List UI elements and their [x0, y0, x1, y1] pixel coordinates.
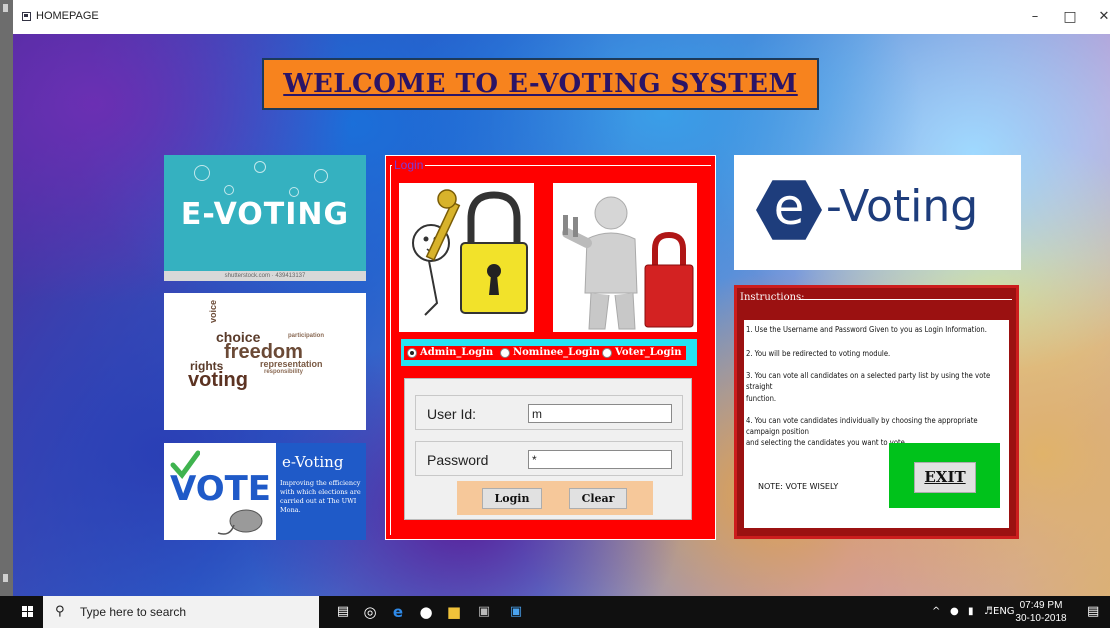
login-form: User Id: m Password * Login Clear: [404, 378, 692, 520]
edge-browser-icon[interactable]: e: [388, 602, 408, 622]
maximize-button[interactable]: □: [1060, 8, 1080, 26]
windows-taskbar: ⚲ Type here to search ▤ ◎ e ● ■ ▣ ▣ ^ ● …: [0, 596, 1110, 628]
radio-nominee-login-label: Nominee_Login: [513, 347, 600, 358]
volume-icon[interactable]: ♬: [984, 606, 993, 617]
password-row: Password *: [415, 441, 683, 476]
battery-icon[interactable]: ▮: [968, 606, 974, 617]
network-icon[interactable]: ●: [950, 606, 959, 617]
radio-admin-login[interactable]: Admin_Login: [404, 346, 498, 360]
evoting-banner-credit: shutterstock.com · 439413137: [164, 271, 366, 281]
instruction-line: 4. You can vote candidates individually …: [746, 416, 978, 436]
wordcloud-image: choice freedom representation rights vot…: [164, 293, 366, 430]
instruction-line: 1. Use the Username and Password Given t…: [746, 325, 987, 334]
search-icon: ⚲: [55, 604, 65, 619]
login-frame-line: [390, 165, 711, 166]
strip-marker: [3, 4, 8, 12]
wordcloud-word: participation: [288, 333, 325, 339]
clock-time: 07:49 PM: [1019, 600, 1063, 611]
close-button[interactable]: ✕: [1094, 8, 1110, 26]
cortana-icon[interactable]: ◎: [360, 602, 380, 622]
user-id-input[interactable]: m: [528, 404, 672, 423]
wordcloud-word: voice: [208, 299, 218, 323]
instructions-frame-line: [799, 299, 1012, 300]
instruction-line: 2. You will be redirected to voting modu…: [746, 349, 891, 358]
wordcloud-word: voting: [188, 369, 248, 391]
instructions-note: NOTE: VOTE WISELY: [758, 482, 839, 491]
clock-date: 30-10-2018: [1015, 613, 1067, 624]
user-id-row: User Id: m: [415, 395, 683, 430]
radio-indicator[interactable]: [500, 348, 510, 358]
welcome-banner: WELCOME TO E-VOTING SYSTEM: [262, 58, 819, 110]
key-lock-image: [399, 183, 534, 332]
radio-voter-login[interactable]: Voter_Login: [599, 346, 686, 360]
clear-button[interactable]: Clear: [569, 488, 627, 509]
login-button[interactable]: Login: [482, 488, 542, 509]
file-explorer-icon[interactable]: ■: [444, 602, 464, 622]
decor-circle: [289, 187, 299, 197]
password-label: Password: [427, 452, 489, 468]
radio-admin-login-label: Admin_Login: [420, 347, 494, 358]
vote-card-image: VOTE e-Voting Improving the efficiency w…: [164, 443, 366, 540]
search-placeholder: Type here to search: [80, 605, 187, 619]
exit-button-container: EXIT: [889, 443, 1000, 508]
task-view-icon[interactable]: ▤: [333, 602, 353, 622]
wordcloud-word: representation: [260, 359, 323, 369]
window-title: HOMEPAGE: [36, 10, 99, 22]
decor-circle: [194, 165, 210, 181]
left-window-strip: [0, 0, 13, 596]
instructions-legend: Instructions:: [740, 292, 805, 303]
radio-indicator[interactable]: [407, 348, 417, 358]
strip-marker: [3, 574, 8, 582]
taskbar-clock[interactable]: 07:49 PM 30-10-2018: [1015, 599, 1067, 625]
app-window-icon: [22, 12, 31, 21]
login-legend: Login: [392, 158, 426, 172]
taskbar-search-box[interactable]: ⚲ Type here to search: [43, 596, 319, 628]
logo-text: -Voting: [826, 181, 979, 232]
notification-icon[interactable]: ▤: [1087, 604, 1099, 619]
decor-circle: [254, 161, 266, 173]
login-frame-line: [390, 165, 391, 535]
vote-card-description: Improving the efficiency with which elec…: [280, 479, 361, 514]
radio-voter-login-label: Voter_Login: [615, 347, 682, 358]
tray-chevron-icon[interactable]: ^: [932, 606, 940, 617]
password-input[interactable]: *: [528, 450, 672, 469]
radio-indicator[interactable]: [602, 348, 612, 358]
people-app-icon[interactable]: ●: [416, 602, 436, 622]
wordcloud-word: responsibility: [264, 369, 304, 375]
exit-button[interactable]: EXIT: [914, 462, 976, 493]
login-panel: Login Admin_Login Nominee_Login Voter_Lo…: [385, 155, 716, 540]
user-keys-icon: [562, 196, 694, 330]
welcome-title: WELCOME TO E-VOTING SYSTEM: [283, 69, 798, 99]
app-window-taskbar-icon[interactable]: ▣: [506, 602, 526, 622]
decor-circle: [224, 185, 234, 195]
evoting-banner-text: E-VOTING: [180, 197, 350, 232]
login-button-row: Login Clear: [457, 481, 653, 515]
instruction-line: 3. You can vote all candidates on a sele…: [746, 371, 991, 391]
radio-nominee-login[interactable]: Nominee_Login: [497, 346, 604, 360]
evoting-logo-image: e -Voting: [734, 155, 1021, 270]
login-type-radio-group: Admin_Login Nominee_Login Voter_Login: [401, 339, 697, 366]
man-with-keys-image: [553, 183, 697, 332]
logo-e-hexagon: e: [756, 180, 822, 240]
decor-circle: [314, 169, 328, 183]
mouse-icon: [217, 509, 263, 535]
language-indicator[interactable]: ENG: [993, 606, 1015, 617]
windows-start-icon[interactable]: [22, 606, 34, 618]
terminal-icon[interactable]: ▣: [474, 602, 494, 622]
minimize-button[interactable]: –: [1025, 8, 1045, 26]
padlock-key-icon: [412, 189, 528, 316]
user-id-label: User Id:: [427, 406, 477, 422]
vote-card-title: e-Voting: [282, 453, 344, 471]
instruction-line: function.: [746, 394, 777, 403]
window-titlebar: HOMEPAGE – □ ✕: [0, 0, 1110, 34]
evoting-banner-image: E-VOTING shutterstock.com · 439413137: [164, 155, 366, 281]
